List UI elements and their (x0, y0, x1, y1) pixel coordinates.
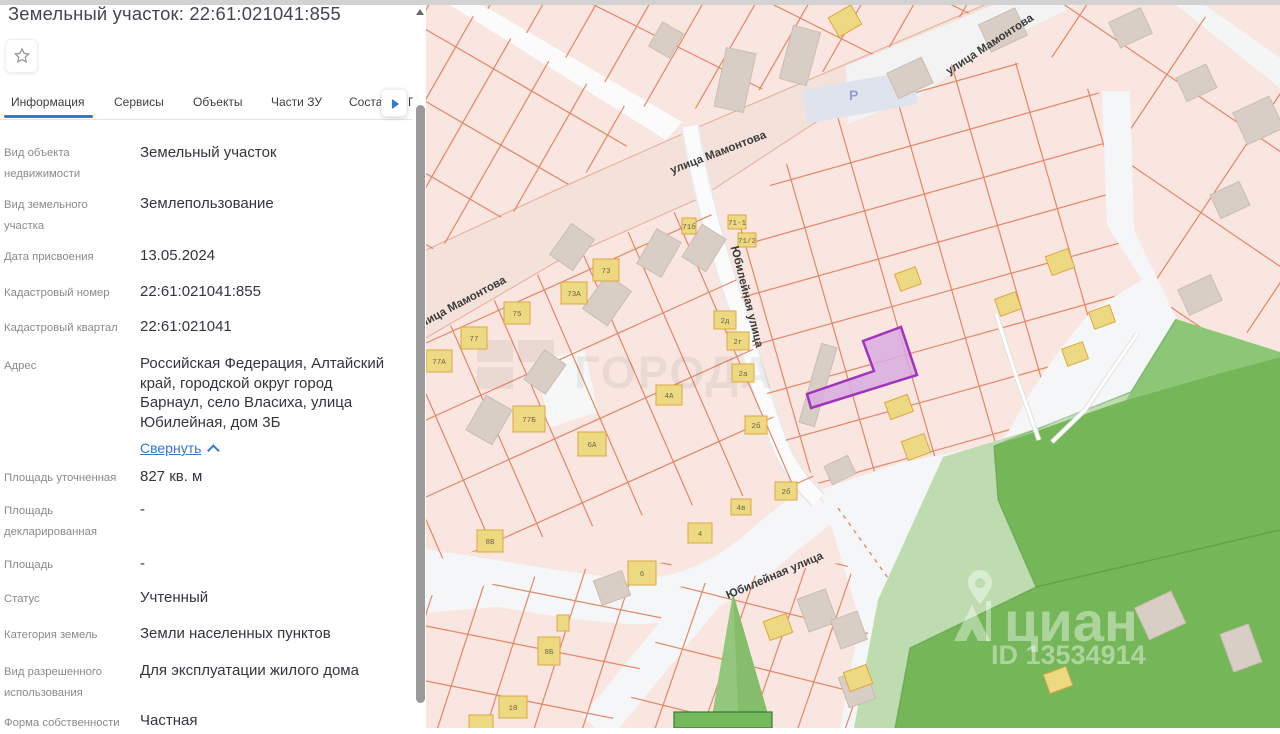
svg-text:ID 13534914: ID 13534914 (991, 640, 1146, 670)
svg-text:2б: 2б (781, 488, 791, 497)
svg-text:2а: 2а (738, 371, 748, 379)
svg-text:73А: 73А (567, 291, 581, 299)
svg-text:8Б: 8Б (544, 649, 554, 657)
svg-text:73: 73 (601, 268, 611, 276)
svg-text:6: 6 (640, 571, 645, 579)
svg-text:8В: 8В (485, 539, 495, 547)
svg-text:4в: 4в (736, 505, 745, 513)
svg-text:4А: 4А (664, 393, 674, 401)
svg-text:2г: 2г (733, 339, 742, 347)
svg-text:71-1: 71-1 (728, 220, 747, 228)
svg-text:77А: 77А (432, 359, 446, 367)
svg-text:2б: 2б (751, 422, 761, 431)
svg-text:P: P (849, 87, 858, 103)
svg-text:6А: 6А (587, 442, 597, 450)
svg-text:10: 10 (508, 705, 518, 713)
svg-text:4: 4 (698, 531, 703, 539)
svg-text:2д: 2д (720, 318, 730, 326)
svg-text:77Б: 77Б (522, 417, 536, 425)
svg-text:77: 77 (469, 336, 478, 344)
svg-text:75: 75 (512, 311, 522, 319)
svg-text:71б: 71б (682, 223, 696, 232)
